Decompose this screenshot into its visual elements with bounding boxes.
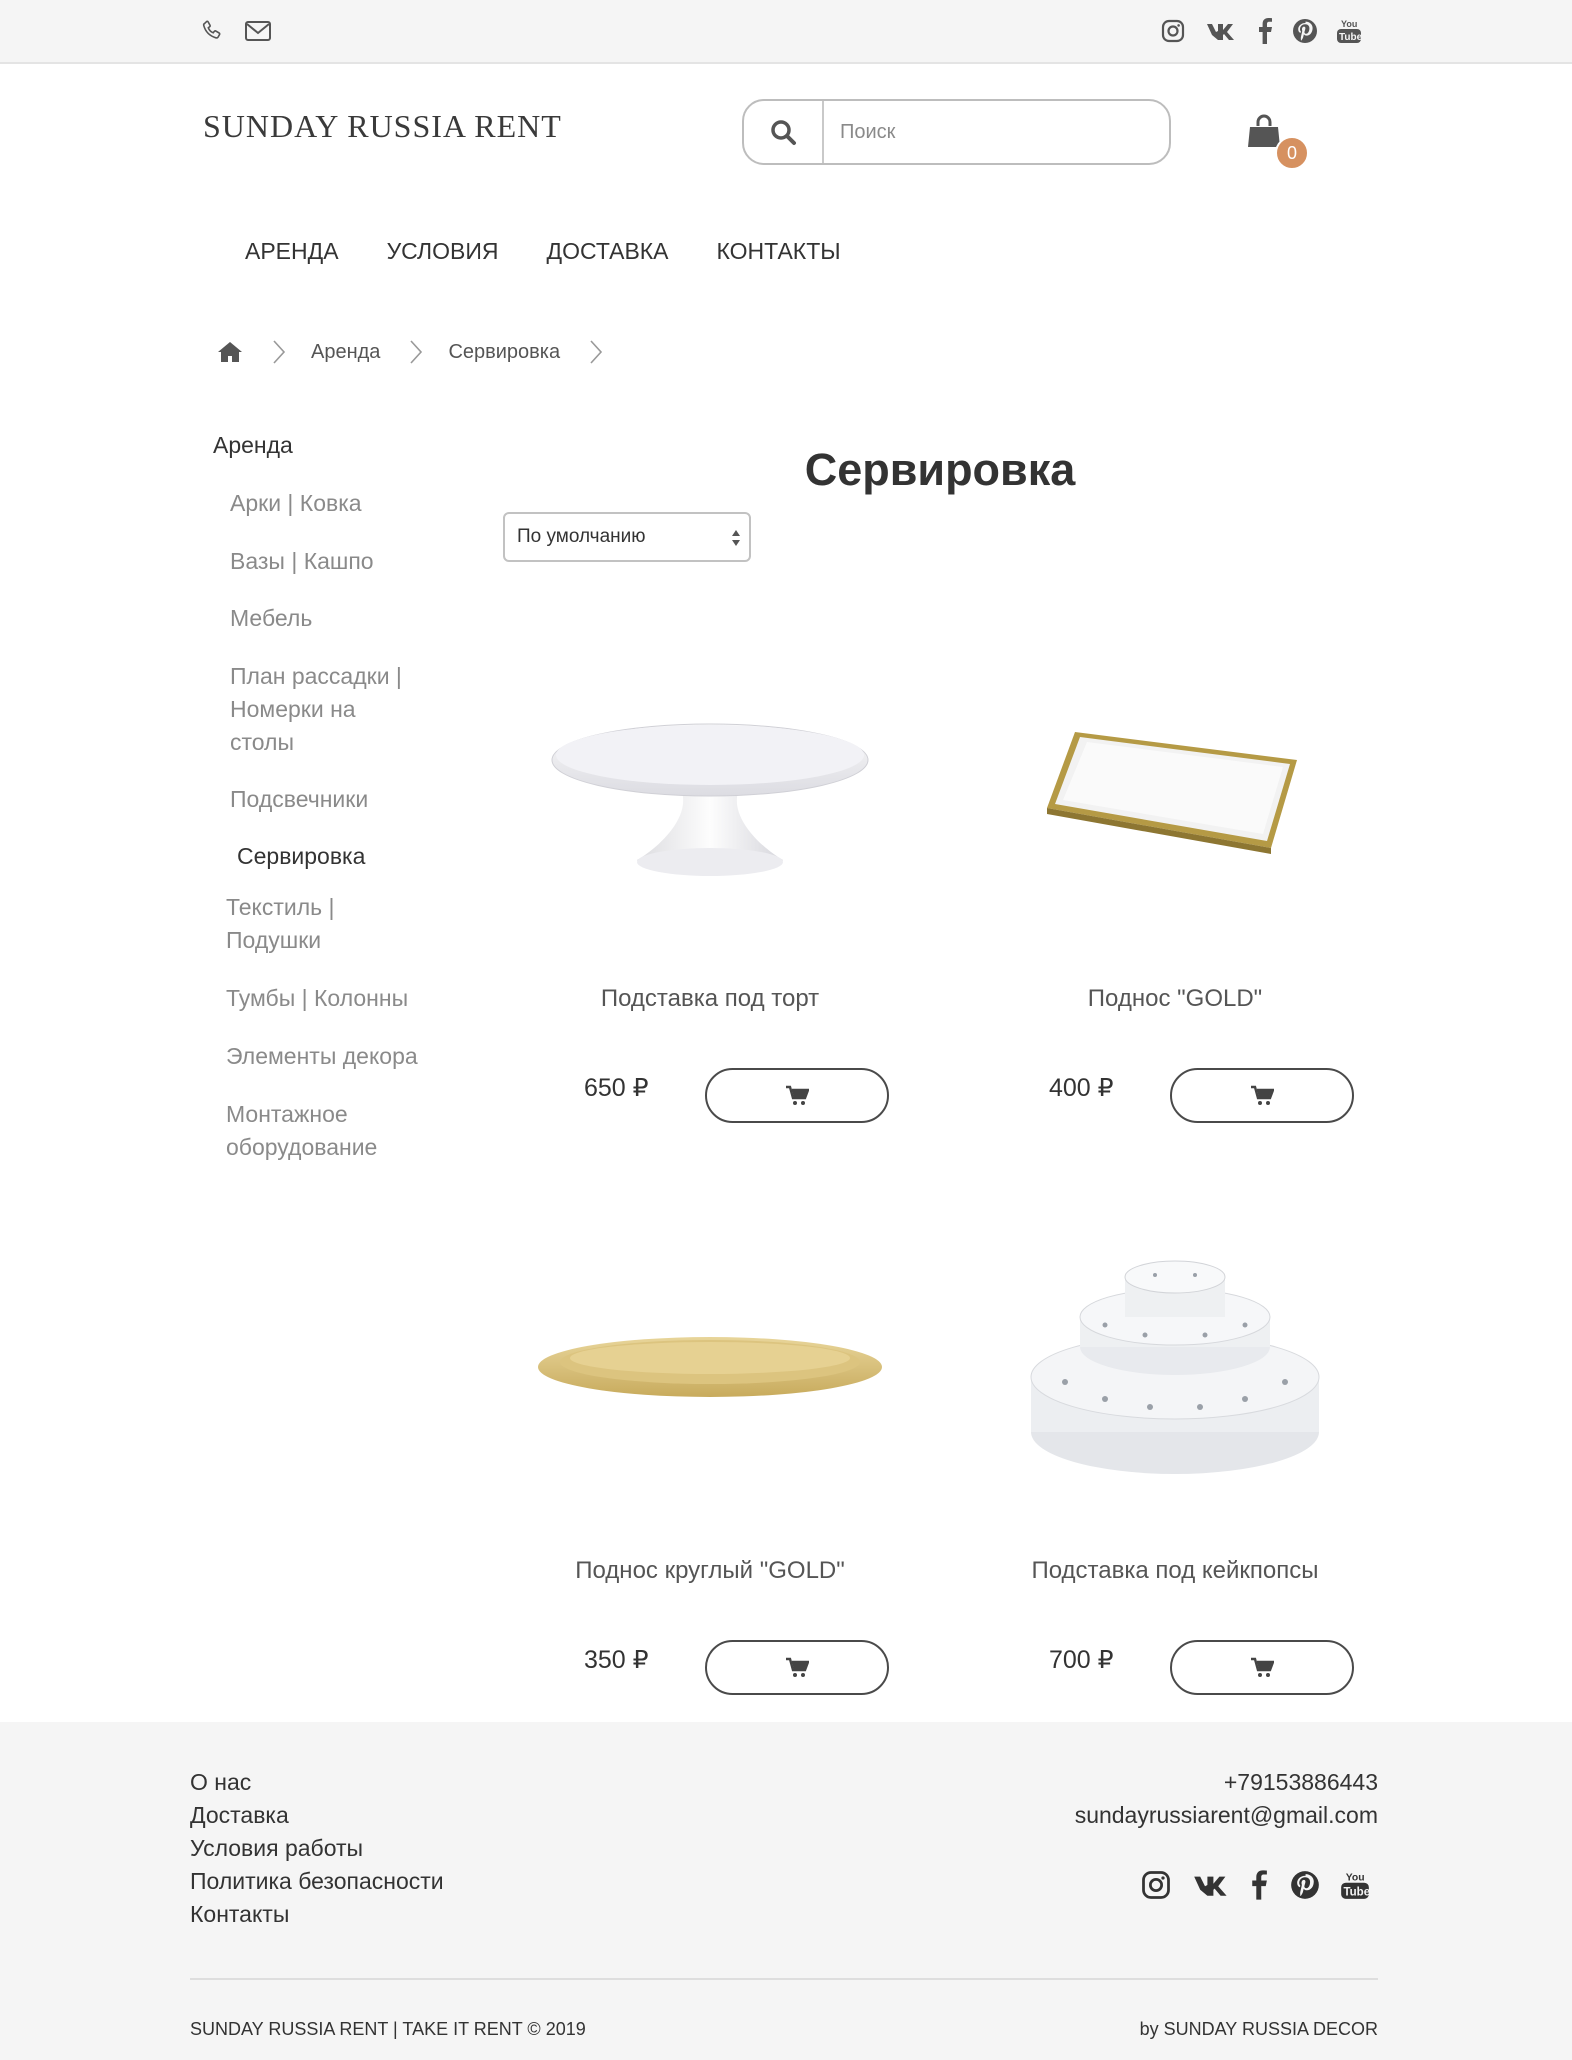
facebook-icon[interactable] [1242, 1868, 1276, 1902]
product-name[interactable]: Поднос круглый "GOLD" [475, 1557, 945, 1585]
youtube-icon[interactable]: You Tube [1338, 1868, 1372, 1902]
select-arrows-icon [732, 530, 740, 546]
chevron-right-icon [582, 337, 610, 367]
product-card: Поднос "GOLD" 400 ₽ [940, 605, 1410, 1180]
cart-count-badge: 0 [1275, 136, 1309, 170]
sort-selected-value: По умолчанию [517, 526, 646, 547]
footer-link-privacy[interactable]: Политика безопасности [190, 1865, 444, 1898]
nav-item-delivery[interactable]: ДОСТАВКА [547, 238, 669, 265]
sidebar-item-serving[interactable]: Сервировка [237, 840, 365, 873]
footer: О нас Доставка Условия работы Политика б… [0, 1722, 1572, 2060]
nav-item-terms[interactable]: УСЛОВИЯ [387, 238, 499, 265]
product-card: Подставка под кейкпопсы 700 ₽ [940, 1177, 1410, 1752]
sidebar-item-seating-plan[interactable]: План рассадки | Номерки на столы [230, 660, 402, 759]
search-button[interactable] [744, 101, 824, 163]
svg-text:Tube: Tube [1339, 32, 1362, 43]
site-logo[interactable]: SUNDAY RUSSIA RENT [203, 108, 562, 145]
vk-icon[interactable] [1191, 1868, 1231, 1902]
breadcrumb: Аренда Сервировка [217, 337, 628, 367]
cart-icon [786, 1657, 809, 1677]
search-input[interactable] [840, 115, 1150, 149]
footer-link-about[interactable]: О нас [190, 1766, 444, 1799]
add-to-cart-button[interactable] [705, 1068, 889, 1123]
add-to-cart-button[interactable] [1170, 1640, 1354, 1695]
product-card: Поднос круглый "GOLD" 350 ₽ [475, 1177, 945, 1752]
top-bar: You Tube [0, 0, 1572, 64]
add-to-cart-button[interactable] [1170, 1068, 1354, 1123]
search-icon [771, 120, 796, 145]
footer-email[interactable]: sundayrussiarent@gmail.com [1075, 1799, 1378, 1832]
main-nav: АРЕНДА УСЛОВИЯ ДОСТАВКА КОНТАКТЫ [245, 238, 889, 265]
footer-link-terms[interactable]: Условия работы [190, 1832, 444, 1865]
product-image-cakepops-stand[interactable] [940, 1177, 1410, 1557]
youtube-icon[interactable]: You Tube [1334, 16, 1364, 46]
svg-text:You: You [1346, 1872, 1365, 1883]
add-to-cart-button[interactable] [705, 1640, 889, 1695]
chevron-right-icon [402, 337, 430, 367]
nav-item-rent[interactable]: АРЕНДА [245, 238, 339, 265]
nav-item-contacts[interactable]: КОНТАКТЫ [717, 238, 841, 265]
vk-icon[interactable] [1206, 16, 1236, 46]
sidebar-item-furniture[interactable]: Мебель [230, 602, 312, 635]
instagram-icon[interactable] [1158, 16, 1188, 46]
sidebar-item-stands-columns[interactable]: Тумбы | Колонны [226, 982, 408, 1015]
sidebar-root-rent[interactable]: Аренда [213, 429, 293, 462]
svg-text:You: You [1341, 19, 1357, 29]
home-icon[interactable] [217, 341, 243, 363]
pinterest-icon[interactable] [1288, 1868, 1322, 1902]
product-price: 700 ₽ [1049, 1646, 1114, 1674]
product-price: 650 ₽ [584, 1074, 649, 1102]
page-title: Сервировка [804, 444, 1076, 495]
footer-copyright: SUNDAY RUSSIA RENT | TAKE IT RENT © 2019 [190, 2019, 586, 2039]
sort-select[interactable]: По умолчанию [503, 512, 751, 562]
facebook-icon[interactable] [1250, 16, 1280, 46]
footer-links: О нас Доставка Условия работы Политика б… [190, 1766, 444, 1931]
product-image-cake-stand[interactable] [475, 605, 945, 985]
product-card: Подставка под торт 650 ₽ [475, 605, 945, 1180]
product-name[interactable]: Подставка под кейкпопсы [940, 1557, 1410, 1585]
product-image-gold-tray[interactable] [940, 605, 1410, 985]
footer-link-contacts[interactable]: Контакты [190, 1898, 444, 1931]
footer-divider [190, 1978, 1378, 1980]
chevron-right-icon [265, 337, 293, 367]
cart-icon [786, 1085, 809, 1105]
sidebar-item-decor[interactable]: Элементы декора [226, 1040, 418, 1073]
product-image-round-gold-tray[interactable] [475, 1177, 945, 1557]
instagram-icon[interactable] [1139, 1868, 1173, 1902]
product-name[interactable]: Поднос "GOLD" [940, 985, 1410, 1013]
phone-icon[interactable] [197, 16, 227, 46]
sidebar-item-vases[interactable]: Вазы | Кашпо [230, 545, 374, 578]
sidebar-item-textile[interactable]: Текстиль | Подушки [226, 891, 335, 957]
product-price: 400 ₽ [1049, 1074, 1114, 1102]
breadcrumb-item-rent[interactable]: Аренда [311, 341, 380, 364]
sidebar-item-arches[interactable]: Арки | Ковка [230, 487, 362, 520]
cart-icon [1251, 1657, 1274, 1677]
breadcrumb-item-serving[interactable]: Сервировка [448, 341, 560, 364]
footer-contacts: +79153886443 sundayrussiarent@gmail.com [1075, 1766, 1378, 1832]
svg-text:Tube: Tube [1343, 1886, 1370, 1898]
sidebar-item-mounting[interactable]: Монтажное оборудование [226, 1098, 377, 1164]
footer-link-delivery[interactable]: Доставка [190, 1799, 444, 1832]
footer-credit: by SUNDAY RUSSIA DECOR [1139, 2019, 1378, 2039]
search-bar [742, 99, 1171, 165]
footer-phone[interactable]: +79153886443 [1075, 1766, 1378, 1799]
product-name[interactable]: Подставка под торт [475, 985, 945, 1013]
product-price: 350 ₽ [584, 1646, 649, 1674]
cart-icon [1251, 1085, 1274, 1105]
mail-icon[interactable] [243, 16, 273, 46]
pinterest-icon[interactable] [1290, 16, 1320, 46]
sidebar-item-candlesticks[interactable]: Подсвечники [230, 783, 368, 816]
